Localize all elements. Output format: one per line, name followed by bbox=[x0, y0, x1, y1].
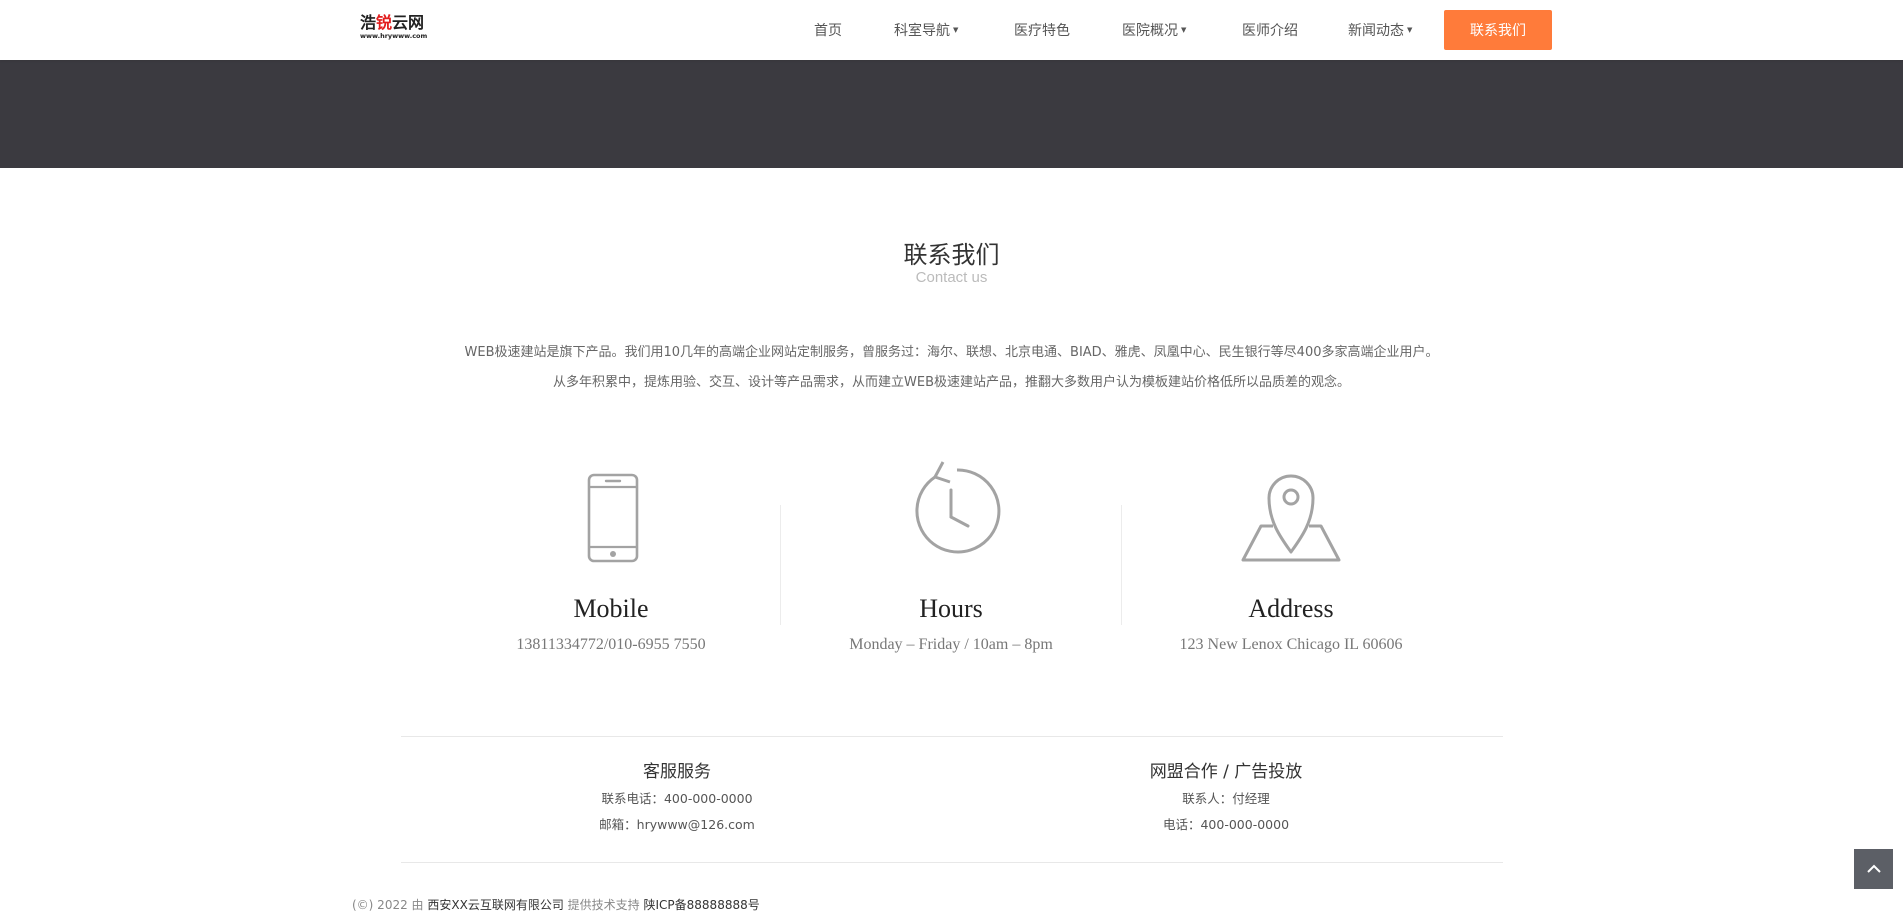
footer-copyright: (©) 2022 由 bbox=[352, 898, 424, 912]
customer-service: 客服服务 联系电话：400-000-0000 邮箱：hrywww@126.com bbox=[477, 760, 877, 834]
caret-down-icon: ▼ bbox=[1181, 26, 1187, 34]
info-value: 13811334772/010-6955 7550 bbox=[516, 636, 706, 653]
footer-icp-link[interactable]: 陕ICP备88888888号 bbox=[644, 898, 760, 912]
nav-label: 新闻动态 bbox=[1348, 23, 1404, 39]
nav-label: 科室导航 bbox=[894, 23, 950, 39]
nav-label: 医疗特色 bbox=[1014, 23, 1070, 39]
service-heading: 网盟合作 / 广告投放 bbox=[1149, 762, 1303, 782]
intro-line-1: WEB极速建站是旗下产品。我们用10几年的高端企业网站定制服务，曾服务过：海尔、… bbox=[464, 345, 1439, 360]
phone-icon bbox=[587, 473, 639, 563]
nav-item-doctors[interactable]: 医师介绍 bbox=[1242, 20, 1298, 40]
caret-down-icon: ▼ bbox=[953, 26, 959, 34]
service-phone: 联系电话：400-000-0000 bbox=[601, 791, 753, 806]
divider-bottom bbox=[401, 862, 1503, 863]
logo-char-3: 云网 bbox=[392, 13, 425, 32]
footer: (©) 2022 由 西安XX云互联网有限公司 提供技术支持 陕ICP备8888… bbox=[352, 897, 760, 913]
divider-top bbox=[401, 736, 1503, 737]
info-title: Hours bbox=[919, 594, 983, 623]
intro-line-2: 从多年积累中，提炼用验、交互、设计等产品需求，从而建立WEB极速建站产品，推翻大… bbox=[553, 375, 1350, 390]
info-hours: Hours Monday – Friday / 10am – 8pm bbox=[781, 460, 1121, 670]
back-to-top-button[interactable] bbox=[1854, 849, 1893, 889]
info-address: Address 123 New Lenox Chicago IL 60606 bbox=[1121, 460, 1461, 670]
nav-item-home[interactable]: 首页 bbox=[814, 20, 842, 40]
nav-item-features[interactable]: 医疗特色 bbox=[1014, 20, 1070, 40]
footer-company-link[interactable]: 西安XX云互联网有限公司 bbox=[427, 898, 563, 912]
nav-label: 医师介绍 bbox=[1242, 23, 1298, 39]
partnership-ads: 网盟合作 / 广告投放 联系人：付经理 电话：400-000-0000 bbox=[1026, 760, 1426, 834]
info-value: 123 New Lenox Chicago IL 60606 bbox=[1179, 636, 1403, 653]
contact-us-button[interactable]: 联系我们 bbox=[1444, 10, 1552, 50]
nav-label: 首页 bbox=[814, 23, 842, 39]
logo-char-2: 锐 bbox=[376, 13, 393, 32]
info-title: Address bbox=[1248, 594, 1334, 623]
caret-down-icon: ▼ bbox=[1407, 26, 1413, 34]
info-mobile: Mobile 13811334772/010-6955 7550 bbox=[441, 460, 781, 670]
page: 浩锐云网 www.hrywww.com 首页 科室导航 ▼ 医疗特色 医院概况 ▼ … bbox=[0, 0, 1903, 922]
logo-url: www.hrywww.com bbox=[360, 32, 428, 40]
logo-text: 浩锐云网 bbox=[360, 14, 434, 32]
info-title: Mobile bbox=[573, 594, 649, 623]
section-subtitle: Contact us bbox=[915, 269, 988, 286]
nav-item-news[interactable]: 新闻动态 ▼ bbox=[1348, 20, 1412, 40]
service-phone: 电话：400-000-0000 bbox=[1162, 817, 1290, 832]
nav-item-overview[interactable]: 医院概况 ▼ bbox=[1122, 20, 1186, 40]
nav-item-departments[interactable]: 科室导航 ▼ bbox=[894, 20, 958, 40]
service-email: 邮箱：hrywww@126.com bbox=[599, 817, 755, 832]
service-heading: 客服服务 bbox=[643, 762, 711, 782]
service-contact: 联系人：付经理 bbox=[1182, 791, 1270, 806]
info-value: Monday – Friday / 10am – 8pm bbox=[849, 636, 1053, 653]
chevron-up-icon bbox=[1866, 864, 1881, 873]
nav-label: 医院概况 bbox=[1122, 23, 1178, 39]
clock-icon bbox=[915, 461, 1001, 554]
page-banner bbox=[0, 60, 1903, 168]
map-pin-icon bbox=[1241, 474, 1341, 562]
header: 浩锐云网 www.hrywww.com 首页 科室导航 ▼ 医疗特色 医院概况 ▼ … bbox=[0, 0, 1903, 60]
section-title: 联系我们 bbox=[903, 241, 1000, 269]
footer-support: 提供技术支持 bbox=[567, 898, 640, 912]
logo-char-1: 浩 bbox=[360, 13, 377, 32]
logo[interactable]: 浩锐云网 www.hrywww.com bbox=[360, 14, 434, 44]
